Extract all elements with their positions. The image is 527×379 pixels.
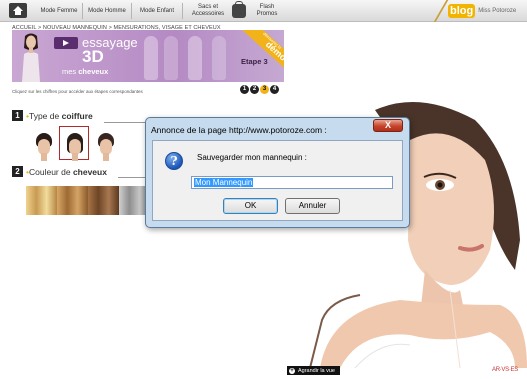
prompt-dialog: Annonce de la page http://www.potoroze.c… bbox=[145, 117, 410, 228]
home-icon[interactable] bbox=[9, 3, 27, 18]
enlarge-view-label: Agrandir la vue bbox=[298, 367, 335, 374]
question-icon: ? bbox=[165, 152, 183, 170]
banner-model-image bbox=[22, 33, 40, 82]
step-button-4[interactable]: 4 bbox=[270, 85, 279, 94]
hairstyle-neck bbox=[72, 153, 78, 161]
hairstyle-option-2[interactable] bbox=[59, 126, 89, 161]
hair-color-swatch-2[interactable] bbox=[57, 186, 88, 215]
hairstyle-neck bbox=[41, 153, 47, 161]
blog-link[interactable]: blog Miss Potoroze bbox=[448, 2, 516, 20]
section-1-title: •Type de coiffure bbox=[26, 111, 93, 121]
dialog-body: ? Sauvegarder mon mannequin : Mon Manneq… bbox=[152, 140, 403, 221]
nav-flash-promos[interactable]: Flash Promos bbox=[250, 0, 284, 22]
shopping-bag-icon bbox=[232, 1, 246, 18]
top-navigation: Mode Femme Mode Homme Mode Enfant Sacs e… bbox=[0, 0, 527, 22]
section-2-divider bbox=[118, 177, 146, 178]
step-button-2[interactable]: 2 bbox=[250, 85, 259, 94]
nav-sacs-accessoires[interactable]: Sacs et Accessoires bbox=[186, 0, 230, 22]
cancel-button[interactable]: Annuler bbox=[285, 198, 340, 214]
step-instructions: Cliquez sur les chiffres pour accéder au… bbox=[12, 89, 143, 94]
hairstyle-option-1[interactable] bbox=[28, 126, 58, 161]
banner-subtitle: mes cheveux bbox=[62, 67, 109, 76]
mannequin-name-value: Mon Mannequin bbox=[194, 178, 254, 187]
plus-icon: + bbox=[289, 367, 295, 374]
step-button-3[interactable]: 3 bbox=[260, 85, 269, 94]
section-1-number: 1 bbox=[12, 110, 23, 121]
silhouette bbox=[188, 36, 202, 80]
enlarge-view-button[interactable]: + Agrandir la vue bbox=[287, 366, 340, 375]
ok-button[interactable]: OK bbox=[223, 198, 278, 214]
footer-logo: AR·VS·ES bbox=[492, 367, 518, 373]
silhouette bbox=[144, 36, 158, 80]
nav-mode-homme[interactable]: Mode Homme bbox=[84, 0, 130, 22]
dialog-message: Sauvegarder mon mannequin : bbox=[197, 153, 307, 162]
essayage-banner: essayage 3D mes cheveux Etape 3 démo déc… bbox=[12, 30, 284, 82]
dialog-title: Annonce de la page http://www.potoroze.c… bbox=[151, 125, 327, 135]
hairstyle-option-3[interactable] bbox=[90, 126, 120, 161]
demo-ribbon[interactable]: démo bbox=[241, 30, 284, 82]
nav-divider bbox=[182, 3, 183, 19]
hair-color-swatch-3[interactable] bbox=[88, 186, 119, 215]
step-selector: 1 2 3 4 bbox=[240, 85, 279, 94]
hairstyle-neck bbox=[103, 153, 109, 161]
mannequin-name-input[interactable]: Mon Mannequin bbox=[191, 176, 393, 189]
blog-subtitle: Miss Potoroze bbox=[478, 8, 517, 14]
nav-mode-femme[interactable]: Mode Femme bbox=[36, 0, 82, 22]
banner-step-label: Etape 3 bbox=[241, 57, 268, 66]
nav-divider bbox=[433, 0, 449, 22]
silhouette bbox=[164, 36, 178, 80]
nav-divider bbox=[82, 3, 83, 19]
nav-divider bbox=[131, 3, 132, 19]
hair-color-swatch-1[interactable] bbox=[26, 186, 57, 215]
silhouette bbox=[212, 36, 226, 80]
blog-logo: blog bbox=[448, 4, 476, 18]
section-2-number: 2 bbox=[12, 166, 23, 177]
play-logo-icon bbox=[54, 37, 78, 49]
section-2-title: •Couleur de cheveux bbox=[26, 167, 107, 177]
dialog-close-button[interactable]: X bbox=[373, 119, 403, 132]
nav-mode-enfant[interactable]: Mode Enfant bbox=[134, 0, 180, 22]
banner-title-2: 3D bbox=[82, 47, 104, 66]
step-button-1[interactable]: 1 bbox=[240, 85, 249, 94]
